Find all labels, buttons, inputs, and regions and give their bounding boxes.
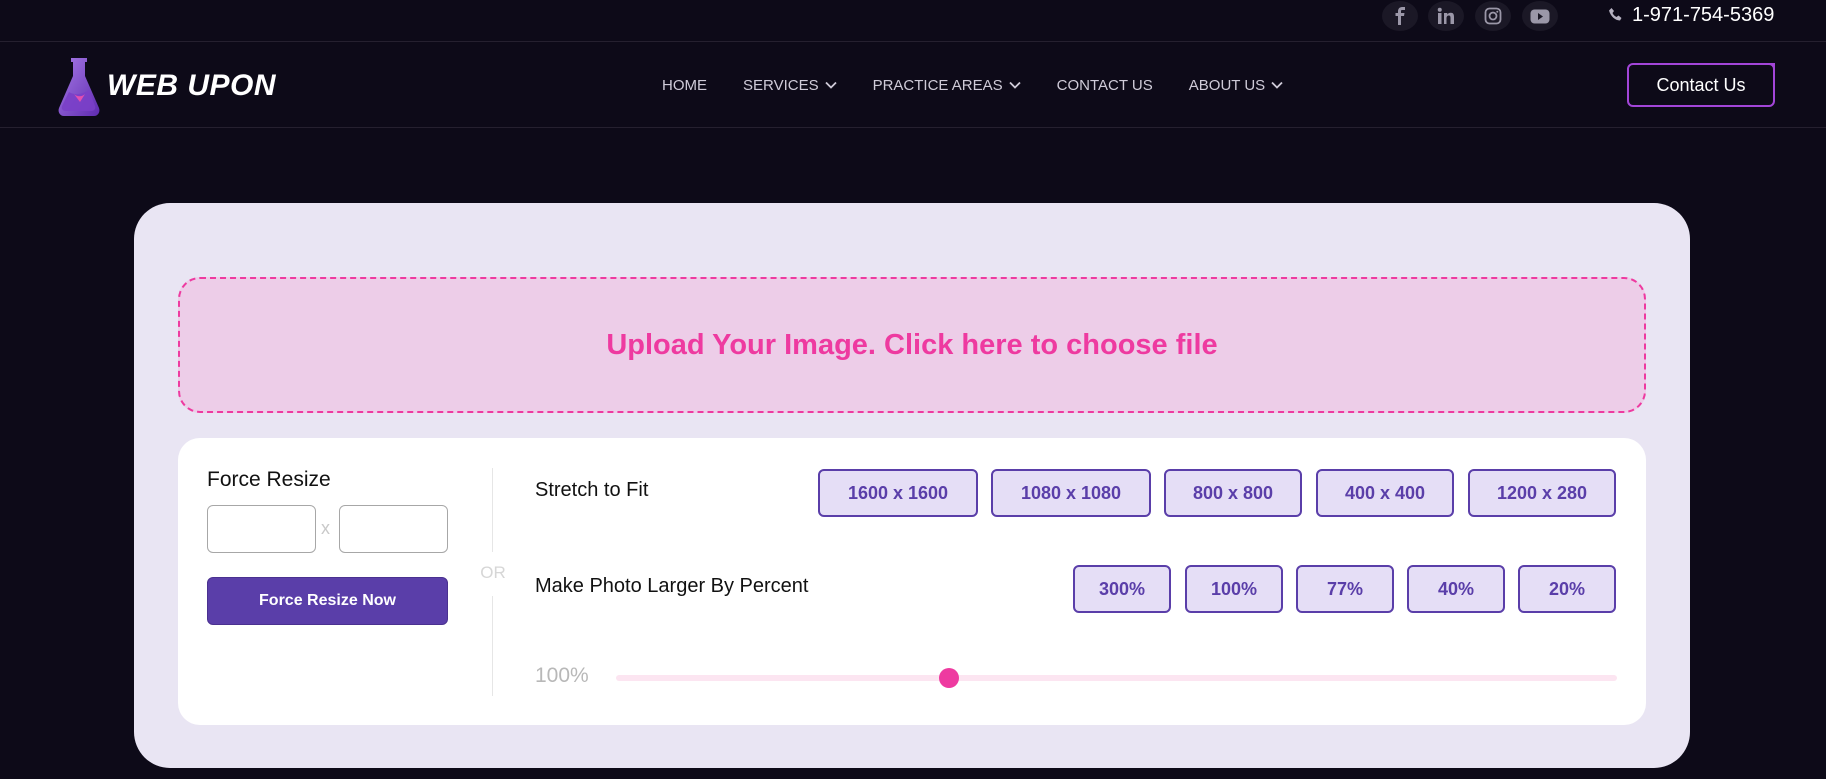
nav-item-label: PRACTICE AREAS <box>872 76 1003 94</box>
nav-item-about-us[interactable]: ABOUT US <box>1189 77 1283 94</box>
percent-77-button[interactable]: 77% <box>1296 565 1394 613</box>
phone-icon <box>1609 8 1622 21</box>
chevron-down-icon <box>1271 81 1283 89</box>
divider-bottom <box>492 596 493 696</box>
preset-1200x280-button[interactable]: 1200 x 280 <box>1468 469 1616 517</box>
contact-us-button[interactable]: Contact Us <box>1627 63 1775 107</box>
resize-options-panel: Force Resize x Force Resize Now OR Stret… <box>178 438 1646 725</box>
preset-1600x1600-button[interactable]: 1600 x 1600 <box>818 469 978 517</box>
preset-400x400-button[interactable]: 400 x 400 <box>1316 469 1454 517</box>
nav-menu: HOME SERVICES PRACTICE AREAS CONTACT US … <box>662 75 1319 95</box>
percent-20-button[interactable]: 20% <box>1518 565 1616 613</box>
percent-300-button[interactable]: 300% <box>1073 565 1171 613</box>
chevron-down-icon <box>1009 81 1021 89</box>
logo[interactable]: WEB UPON <box>55 54 276 118</box>
phone-number: 1-971-754-5369 <box>1632 3 1775 26</box>
nav-item-label: CONTACT US <box>1056 76 1153 94</box>
preset-1080x1080-button[interactable]: 1080 x 1080 <box>991 469 1151 517</box>
upload-label: Upload Your Image. Click here to choose … <box>606 328 1218 361</box>
contact-us-label: Contact Us <box>1656 74 1746 95</box>
phone-contact[interactable]: 1-971-754-5369 <box>1608 4 1774 26</box>
instagram-icon[interactable] <box>1475 1 1511 31</box>
nav-item-services[interactable]: SERVICES <box>743 77 837 94</box>
preset-800x800-button[interactable]: 800 x 800 <box>1164 469 1302 517</box>
force-height-input[interactable] <box>339 505 448 553</box>
nav-item-label: SERVICES <box>743 76 819 94</box>
nav-item-contact-us[interactable]: CONTACT US <box>1057 77 1153 94</box>
or-label: OR <box>480 563 506 582</box>
flask-logo-icon <box>58 58 100 116</box>
percent-slider-track[interactable] <box>616 668 1617 688</box>
main-nav: WEB UPON HOME SERVICES PRACTICE AREAS CO… <box>0 42 1826 128</box>
force-resize-title: Force Resize <box>207 468 331 491</box>
divider-top <box>492 468 493 552</box>
linkedin-icon[interactable] <box>1428 1 1464 31</box>
nav-item-label: ABOUT US <box>1188 76 1266 94</box>
youtube-icon[interactable] <box>1522 1 1558 31</box>
percent-readout: 100% <box>535 664 589 687</box>
nav-item-label: HOME <box>662 76 707 94</box>
force-width-input[interactable] <box>207 505 316 553</box>
chevron-down-icon <box>824 81 837 89</box>
resize-tool-card: Upload Your Image. Click here to choose … <box>134 203 1690 768</box>
percent-40-button[interactable]: 40% <box>1407 565 1505 613</box>
larger-by-percent-label: Make Photo Larger By Percent <box>535 575 809 597</box>
top-bar: 1-971-754-5369 <box>0 0 1826 42</box>
percent-slider-thumb[interactable] <box>939 668 960 688</box>
percent-100-button[interactable]: 100% <box>1185 565 1283 613</box>
facebook-icon[interactable] <box>1382 1 1418 31</box>
nav-item-home[interactable]: HOME <box>662 77 707 94</box>
logo-text: WEB UPON <box>107 69 276 102</box>
upload-dropzone[interactable]: Upload Your Image. Click here to choose … <box>178 277 1646 413</box>
dimension-separator: x <box>321 518 330 538</box>
force-resize-button[interactable]: Force Resize Now <box>207 577 448 625</box>
stretch-to-fit-label: Stretch to Fit <box>535 479 649 501</box>
nav-item-practice-areas[interactable]: PRACTICE AREAS <box>873 77 1021 94</box>
